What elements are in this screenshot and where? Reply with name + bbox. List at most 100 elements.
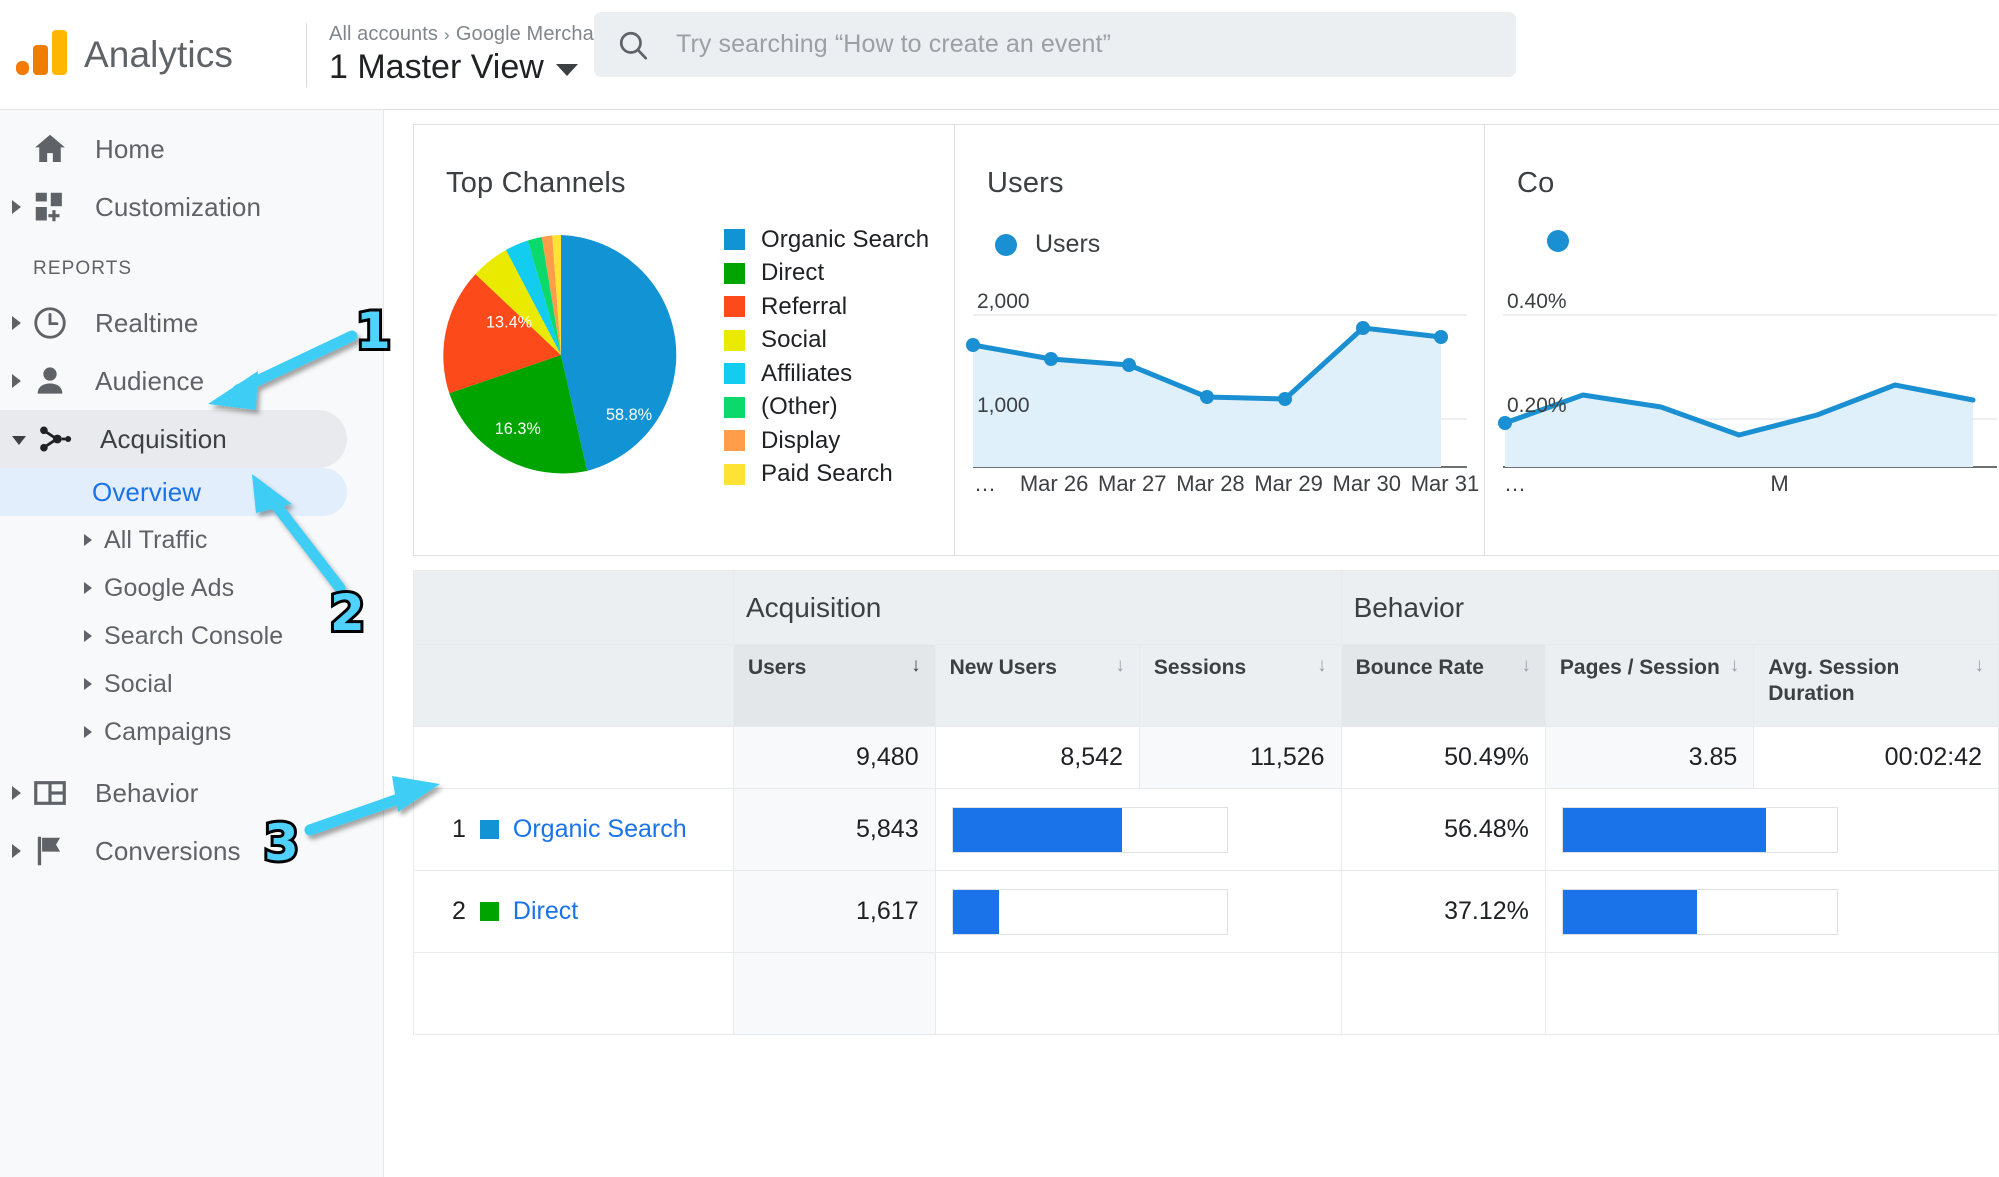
- legend-item[interactable]: Paid Search: [724, 460, 929, 489]
- sidebar-subitem-google-ads[interactable]: Google Ads: [0, 564, 347, 612]
- legend-label-organic-search: Organic Search: [761, 225, 930, 253]
- arrow-down-icon[interactable]: ↓: [1317, 655, 1327, 677]
- clock-icon: [34, 307, 66, 339]
- totals-pages-session: 3.85: [1544, 726, 1755, 789]
- channels-table: Acquisition Behavior Users ↓ New Users ↓…: [413, 570, 1999, 1035]
- sidebar-subitem-overview[interactable]: Overview: [0, 468, 347, 516]
- group-title-acquisition: Acquisition: [745, 591, 882, 623]
- expand-arrow-icon[interactable]: [84, 534, 92, 546]
- sidebar-item-realtime[interactable]: Realtime: [0, 294, 347, 352]
- pie-svg: 58.8% 16.3% 13.4%: [443, 235, 677, 474]
- table-row[interactable]: [413, 952, 1999, 1035]
- expand-arrow-icon[interactable]: [84, 726, 92, 738]
- row-users-value: 5,843: [732, 788, 936, 871]
- expand-arrow-icon[interactable]: [12, 374, 21, 388]
- column-header-avg-session-duration[interactable]: Avg. Session Duration ↓: [1753, 644, 1999, 727]
- top-channels-pie-chart[interactable]: 58.8% 16.3% 13.4%: [436, 230, 686, 480]
- search-icon: [619, 31, 648, 60]
- legend-item[interactable]: (Other): [724, 393, 929, 422]
- legend-item[interactable]: Display: [724, 426, 929, 455]
- conversions-line-chart[interactable]: 0.40% 0.20% … M: [1485, 275, 1999, 505]
- legend-dot-users: [995, 233, 1017, 256]
- row-dimension-cell[interactable]: 1 Organic Search: [413, 788, 734, 871]
- sidebar-sublabel-all-traffic: All Traffic: [104, 525, 208, 554]
- pie-legend: Organic Search Direct Referral Social Af…: [724, 225, 929, 489]
- row-color-swatch: [479, 820, 499, 839]
- analytics-app: Analytics All accounts › Google Merchandis…: [0, 0, 1999, 1177]
- row-dimension-cell[interactable]: 2 Direct: [413, 870, 734, 953]
- conversions-chart-legend[interactable]: [1547, 230, 1569, 252]
- search-input[interactable]: Try searching “How to create an event”: [676, 30, 1111, 59]
- arrow-down-icon[interactable]: ↓: [911, 655, 921, 677]
- legend-item[interactable]: Affiliates: [724, 359, 929, 388]
- breadcrumb-root[interactable]: All accounts: [329, 23, 438, 45]
- expand-arrow-icon[interactable]: [84, 630, 92, 642]
- totals-sessions: 11,526: [1138, 726, 1342, 789]
- svg-text:58.8%: 58.8%: [606, 406, 652, 424]
- row-users-bar: [951, 888, 1228, 935]
- group-header-blank: [413, 570, 734, 645]
- arrow-down-icon[interactable]: ↓: [1730, 655, 1740, 677]
- column-header-bounce-rate[interactable]: Bounce Rate ↓: [1340, 644, 1546, 727]
- table-row[interactable]: 2 Direct 1,617 37.12%: [413, 870, 1999, 953]
- legend-label-other: (Other): [761, 393, 838, 420]
- sidebar-item-acquisition[interactable]: Acquisition: [0, 410, 347, 468]
- users-chart-legend[interactable]: Users: [995, 230, 1100, 259]
- column-label-new-users: New Users: [949, 656, 1057, 679]
- logo-area[interactable]: Analytics: [0, 27, 300, 83]
- sidebar-subitem-search-console[interactable]: Search Console: [0, 612, 347, 660]
- sidebar-label-realtime: Realtime: [95, 307, 199, 338]
- search-bar[interactable]: Try searching “How to create an event”: [594, 12, 1516, 77]
- column-header-sessions[interactable]: Sessions ↓: [1138, 644, 1342, 727]
- expand-arrow-icon[interactable]: [84, 678, 92, 690]
- legend-item[interactable]: Organic Search: [724, 225, 929, 254]
- group-header-behavior: Behavior: [1340, 570, 1999, 645]
- expand-arrow-icon[interactable]: [12, 316, 21, 330]
- expand-arrow-icon[interactable]: [12, 200, 21, 214]
- expand-arrow-icon[interactable]: [12, 786, 21, 800]
- column-header-pages-session[interactable]: Pages / Session ↓: [1544, 644, 1755, 727]
- sidebar-item-audience[interactable]: Audience: [0, 352, 347, 410]
- column-header-new-users[interactable]: New Users ↓: [934, 644, 1140, 727]
- legend-swatch-affiliates: [724, 363, 745, 384]
- sidebar-item-conversions[interactable]: Conversions: [0, 822, 347, 880]
- top-channels-card: Top Channels 58.8% 16.3% 13.4% Organic S…: [413, 124, 955, 556]
- arrow-down-icon[interactable]: ↓: [1975, 655, 1985, 677]
- arrow-down-icon[interactable]: ↓: [1521, 655, 1531, 677]
- legend-swatch-paid-search: [724, 463, 745, 485]
- expand-arrow-icon[interactable]: [12, 844, 21, 858]
- sidebar-subitem-social[interactable]: Social: [0, 660, 347, 708]
- totals-users: 9,480: [732, 726, 936, 789]
- row-users-bar-cell: [934, 870, 1342, 953]
- sidebar-item-home[interactable]: Home: [0, 120, 347, 178]
- users-card: Users Users 2,000 1,000 … Mar 26 Mar 27 …: [955, 124, 1485, 556]
- main-content: Top Channels 58.8% 16.3% 13.4% Organic S…: [385, 110, 1999, 1177]
- brand-title: Analytics: [84, 33, 233, 75]
- legend-item[interactable]: Referral: [724, 292, 929, 321]
- chevron-down-icon[interactable]: [555, 64, 578, 76]
- group-title-behavior: Behavior: [1353, 591, 1465, 623]
- person-icon: [37, 367, 63, 394]
- row-channel-link[interactable]: Organic Search: [513, 815, 687, 844]
- legend-item[interactable]: Social: [724, 326, 929, 355]
- sidebar-subitem-campaigns[interactable]: Campaigns: [0, 708, 347, 756]
- svg-text:0.20%: 0.20%: [1507, 394, 1567, 417]
- row-rank: 1: [452, 815, 466, 843]
- sidebar-sublabel-search-console: Search Console: [104, 621, 284, 650]
- totals-avg-duration: 00:02:42: [1753, 726, 1999, 789]
- expand-arrow-icon[interactable]: [84, 582, 92, 594]
- row-bounce-rate-value: [1340, 952, 1546, 1035]
- row-channel-link[interactable]: Direct: [513, 897, 578, 926]
- collapse-arrow-icon[interactable]: [12, 436, 26, 445]
- legend-item[interactable]: Direct: [724, 259, 929, 288]
- column-header-users[interactable]: Users ↓: [732, 644, 936, 727]
- arrow-down-icon[interactable]: ↓: [1115, 655, 1125, 677]
- sidebar-item-behavior[interactable]: Behavior: [0, 764, 347, 822]
- column-label-sessions: Sessions: [1153, 656, 1247, 679]
- sidebar-item-customization[interactable]: Customization: [0, 178, 347, 236]
- row-bounce-rate-value: 56.48%: [1340, 788, 1546, 871]
- sidebar-subitem-all-traffic[interactable]: All Traffic: [0, 516, 347, 564]
- row-bounce-bar-cell: [1544, 952, 1999, 1035]
- users-line-chart[interactable]: 2,000 1,000 … Mar 26 Mar 27 Mar 28 Mar 2…: [955, 275, 1484, 505]
- table-row[interactable]: 1 Organic Search 5,843 56.48%: [413, 788, 1999, 871]
